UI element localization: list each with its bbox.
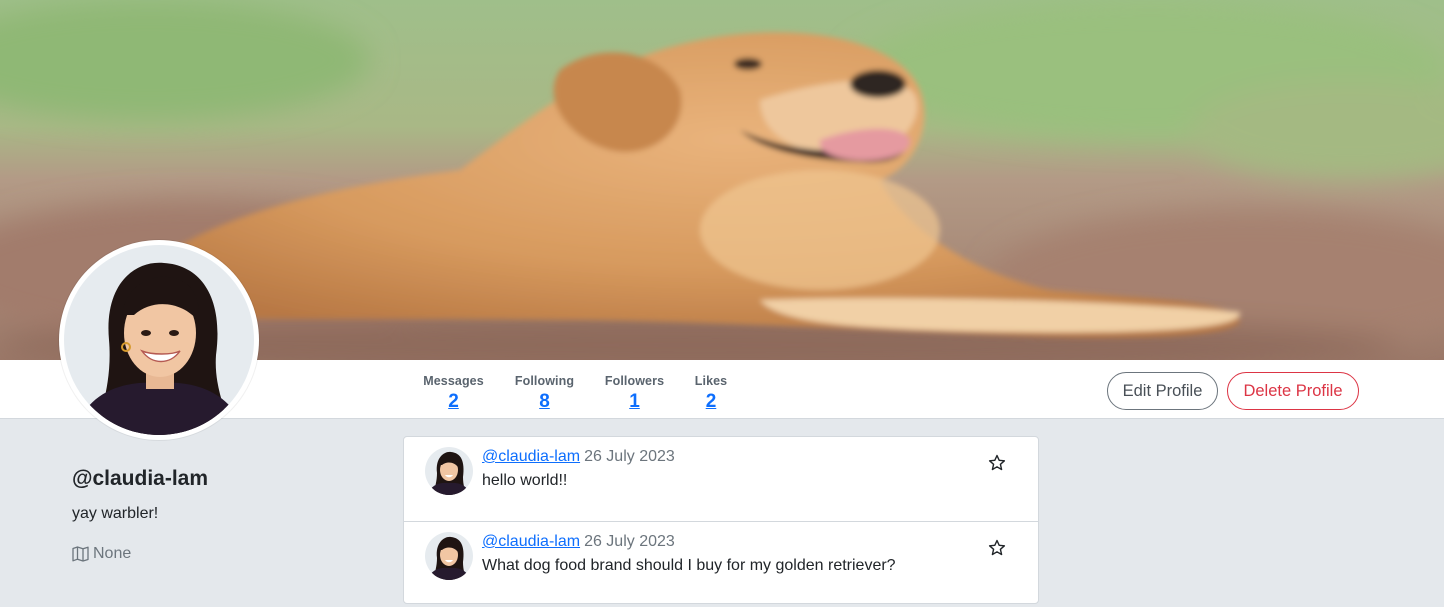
stat-messages: Messages 2 xyxy=(422,374,485,413)
message-header: @claudia-lam 26 July 2023 xyxy=(482,448,675,466)
message-item: @claudia-lam 26 July 2023 What dog food b… xyxy=(404,521,1038,603)
stat-likes: Likes 2 xyxy=(694,374,728,413)
stat-label: Followers xyxy=(604,374,665,388)
message-date: 26 July 2023 xyxy=(584,448,675,465)
messages-count-link[interactable]: 2 xyxy=(422,391,485,413)
stat-label: Following xyxy=(514,374,575,388)
star-outline-icon[interactable] xyxy=(988,539,1006,557)
message-username-link[interactable]: @claudia-lam xyxy=(482,533,580,550)
stat-following: Following 8 xyxy=(514,374,575,413)
message-header: @claudia-lam 26 July 2023 xyxy=(482,533,675,551)
stat-label: Likes xyxy=(694,374,728,388)
message-avatar xyxy=(425,532,473,580)
location-text: None xyxy=(93,545,132,562)
map-icon xyxy=(72,546,89,562)
messages-list: @claudia-lam 26 July 2023 hello world!! @… xyxy=(403,436,1039,604)
profile-location: None xyxy=(72,545,131,563)
profile-bio: yay warbler! xyxy=(72,505,159,522)
message-date: 26 July 2023 xyxy=(584,533,675,550)
message-avatar xyxy=(425,447,473,495)
message-username-link[interactable]: @claudia-lam xyxy=(482,448,580,465)
profile-username: @claudia-lam xyxy=(72,467,209,490)
stat-followers: Followers 1 xyxy=(604,374,665,413)
profile-avatar xyxy=(59,240,259,440)
followers-count-link[interactable]: 1 xyxy=(604,391,665,413)
stat-label: Messages xyxy=(423,374,484,388)
delete-profile-button[interactable]: Delete Profile xyxy=(1227,372,1359,410)
message-item: @claudia-lam 26 July 2023 hello world!! xyxy=(404,437,1038,521)
edit-profile-button[interactable]: Edit Profile xyxy=(1107,372,1218,410)
message-text: What dog food brand should I buy for my … xyxy=(482,557,896,574)
following-count-link[interactable]: 8 xyxy=(514,391,575,413)
likes-count-link[interactable]: 2 xyxy=(694,391,728,413)
star-outline-icon[interactable] xyxy=(988,454,1006,472)
message-text: hello world!! xyxy=(482,472,568,489)
